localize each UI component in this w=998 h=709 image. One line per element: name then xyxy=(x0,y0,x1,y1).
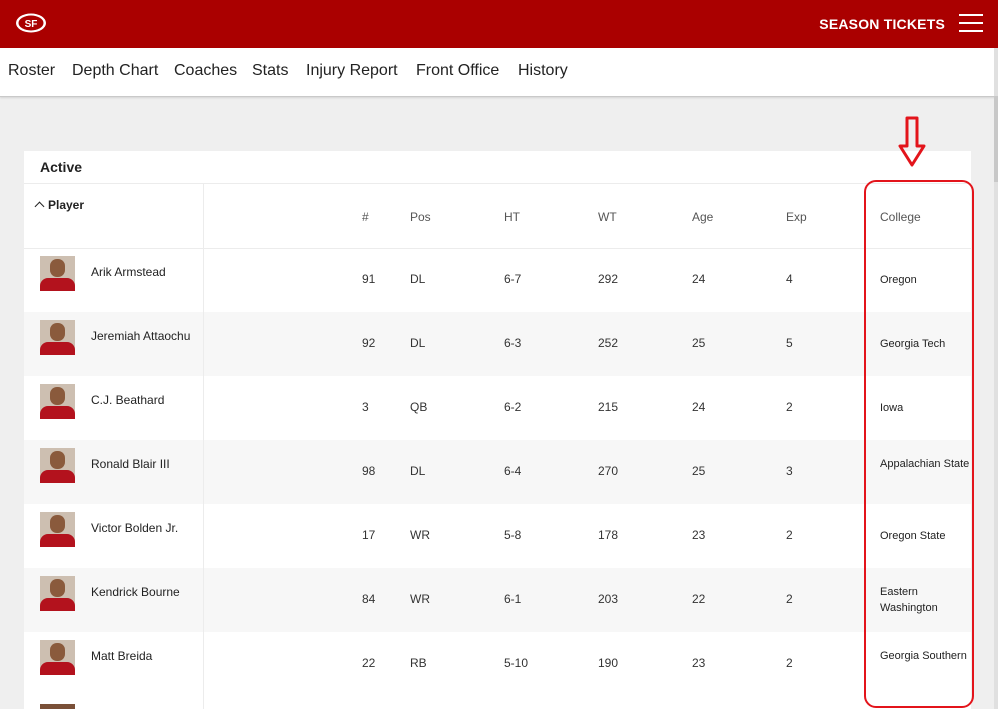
header-ht[interactable]: HT xyxy=(504,210,520,224)
section-title: Active xyxy=(40,159,83,175)
cell-ht: 6-2 xyxy=(504,400,522,414)
cell-age: 24 xyxy=(692,272,706,286)
header-age[interactable]: Age xyxy=(692,210,713,224)
nav-history[interactable]: History xyxy=(518,62,568,80)
header-exp[interactable]: Exp xyxy=(786,210,807,224)
cell-exp: 2 xyxy=(786,400,793,414)
cell-exp: 4 xyxy=(786,272,793,286)
table-row[interactable]: Arik Armstead 91 DL 6-7 292 24 4 Oregon xyxy=(24,248,971,312)
cell-age: 25 xyxy=(692,464,706,478)
cell-wt: 203 xyxy=(598,592,619,606)
cell-pos: DL xyxy=(410,464,426,478)
cell-number: 84 xyxy=(362,592,376,606)
player-name-link[interactable]: Jeremiah Attaochu xyxy=(91,330,191,342)
player-photo xyxy=(40,576,75,611)
cell-pos: RB xyxy=(410,656,427,670)
table-row[interactable]: Ronald Blair III 98 DL 6-4 270 25 3 Appalachian… xyxy=(24,440,971,504)
cell-wt: 292 xyxy=(598,272,619,286)
player-name-link[interactable]: Arik Armstead xyxy=(91,266,191,278)
player-sort-header[interactable]: Player xyxy=(34,198,85,212)
sort-caret-icon xyxy=(34,201,45,212)
cell-age: 24 xyxy=(692,400,706,414)
table-row[interactable]: C.J. Beathard 3 QB 6-2 215 24 2 Iowa xyxy=(24,376,971,440)
cell-pos: DL xyxy=(410,272,426,286)
cell-ht: 6-4 xyxy=(504,464,522,478)
player-photo xyxy=(40,320,75,355)
cell-wt: 190 xyxy=(598,656,619,670)
nav-coaches[interactable]: Coaches xyxy=(174,62,237,80)
cell-number: 3 xyxy=(362,400,369,414)
cell-exp: 2 xyxy=(786,592,793,606)
nav-depth-chart[interactable]: Depth Chart xyxy=(72,62,158,80)
menu-icon[interactable] xyxy=(959,14,983,32)
cell-number: 22 xyxy=(362,656,376,670)
player-name-link[interactable]: Victor Bolden Jr. xyxy=(91,522,191,534)
season-tickets-link[interactable]: SEASON TICKETS xyxy=(819,16,945,32)
player-photo xyxy=(40,256,75,291)
cell-age: 23 xyxy=(692,656,706,670)
nav-roster[interactable]: Roster xyxy=(8,62,55,80)
player-photo xyxy=(40,704,75,709)
header-pos[interactable]: Pos xyxy=(410,210,431,224)
table-row-partial xyxy=(24,696,971,709)
team-subnav: Roster Depth Chart Coaches Stats Injury … xyxy=(0,48,998,97)
cell-age: 23 xyxy=(692,528,706,542)
player-name-link[interactable]: Ronald Blair III xyxy=(91,458,191,470)
cell-wt: 252 xyxy=(598,336,619,350)
player-name-link[interactable]: C.J. Beathard xyxy=(91,394,191,406)
header-number[interactable]: # xyxy=(362,210,369,224)
cell-pos: DL xyxy=(410,336,426,350)
roster-table-card: Active Player # Pos HT WT Age Exp Colleg… xyxy=(24,151,971,709)
table-row[interactable]: Jeremiah Attaochu 92 DL 6-3 252 25 5 Georgia Te… xyxy=(24,312,971,376)
table-row[interactable]: Victor Bolden Jr. 17 WR 5-8 178 23 2 Oregon Sta… xyxy=(24,504,971,568)
cell-ht: 6-7 xyxy=(504,272,522,286)
player-photo xyxy=(40,512,75,547)
player-photo xyxy=(40,448,75,483)
cell-age: 22 xyxy=(692,592,706,606)
table-row[interactable]: Kendrick Bourne 84 WR 6-1 203 22 2 Eastern Wash… xyxy=(24,568,971,632)
cell-number: 98 xyxy=(362,464,376,478)
cell-wt: 270 xyxy=(598,464,619,478)
cell-age: 25 xyxy=(692,336,706,350)
nav-stats[interactable]: Stats xyxy=(252,62,288,80)
sf-49ers-logo[interactable]: SF xyxy=(15,12,47,34)
header-wt[interactable]: WT xyxy=(598,210,617,224)
logo-text: SF xyxy=(25,19,38,30)
table-header: Player # Pos HT WT Age Exp College xyxy=(24,184,971,249)
cell-ht: 6-1 xyxy=(504,592,522,606)
down-arrow-icon xyxy=(898,116,926,167)
column-divider xyxy=(203,184,204,709)
player-name-link[interactable]: Kendrick Bourne xyxy=(91,586,191,598)
highlight-college-column xyxy=(864,180,974,708)
top-bar: SF SEASON TICKETS xyxy=(0,0,998,48)
cell-ht: 5-10 xyxy=(504,656,529,670)
cell-exp: 5 xyxy=(786,336,793,350)
table-row[interactable]: Matt Breida 22 RB 5-10 190 23 2 Georgia Souther… xyxy=(24,632,971,696)
cell-number: 91 xyxy=(362,272,376,286)
cell-exp: 3 xyxy=(786,464,793,478)
player-photo xyxy=(40,640,75,675)
cell-wt: 215 xyxy=(598,400,619,414)
cell-wt: 178 xyxy=(598,528,619,542)
cell-ht: 6-3 xyxy=(504,336,522,350)
player-photo xyxy=(40,384,75,419)
cell-pos: WR xyxy=(410,592,430,606)
cell-pos: QB xyxy=(410,400,428,414)
player-header-label: Player xyxy=(48,198,85,212)
nav-front-office[interactable]: Front Office xyxy=(416,62,499,80)
cell-number: 92 xyxy=(362,336,376,350)
cell-number: 17 xyxy=(362,528,376,542)
cell-exp: 2 xyxy=(786,528,793,542)
player-name-link[interactable]: Matt Breida xyxy=(91,650,191,662)
cell-pos: WR xyxy=(410,528,430,542)
nav-injury-report[interactable]: Injury Report xyxy=(306,62,398,80)
cell-exp: 2 xyxy=(786,656,793,670)
scrollbar-thumb[interactable] xyxy=(994,96,998,182)
cell-ht: 5-8 xyxy=(504,528,522,542)
